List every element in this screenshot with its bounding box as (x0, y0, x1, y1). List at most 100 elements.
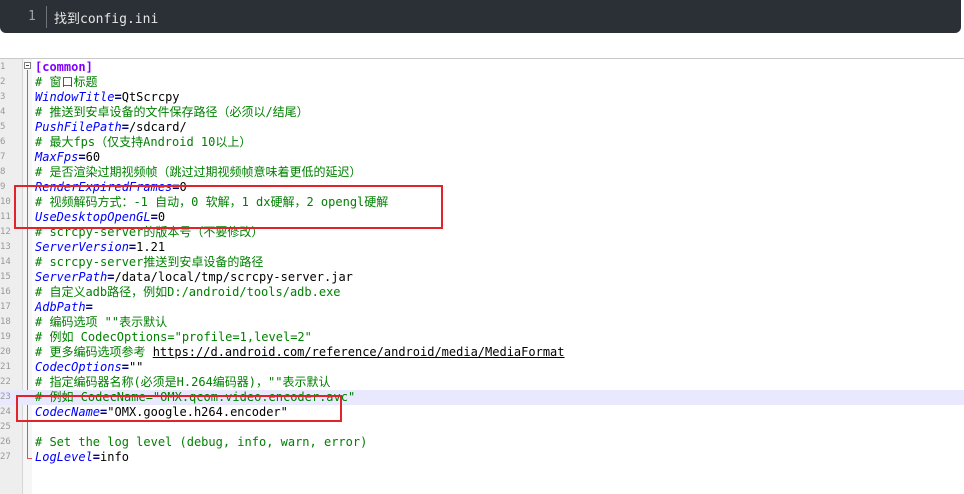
line-code[interactable]: [common] (35, 60, 93, 75)
snippet-text[interactable]: 找到config.ini (54, 8, 158, 27)
config-key: PushFilePath (35, 120, 122, 134)
line-number: 22 (0, 377, 11, 387)
editor-line[interactable]: 7 MaxFps=60 (0, 150, 964, 165)
line-code[interactable]: PushFilePath=/sdcard/ (35, 120, 187, 135)
editor-line[interactable]: 6 # 最大fps（仅支持Android 10以上） (0, 135, 964, 150)
line-number: 24 (0, 407, 11, 417)
editor-line[interactable]: 25 (0, 420, 964, 435)
line-code[interactable]: # 例如 CodecOptions="profile=1,level=2" (35, 330, 312, 345)
editor-line[interactable]: 18 # 编码选项 ""表示默认 (0, 315, 964, 330)
snippet-line-number: 1 (28, 9, 36, 24)
code-snippet-bar: 1 找到config.ini (0, 0, 961, 33)
editor-line[interactable]: 5 PushFilePath=/sdcard/ (0, 120, 964, 135)
comment-text: # 窗口标题 (35, 75, 98, 89)
config-key: ServerPath (35, 270, 108, 284)
config-key: WindowTitle (35, 90, 115, 104)
editor-line[interactable]: 2 # 窗口标题 (0, 75, 964, 90)
line-code[interactable]: # Set the log level (debug, info, warn, … (35, 435, 367, 450)
line-code[interactable]: AdbPath= (35, 300, 93, 315)
line-code[interactable]: ServerVersion=1.21 (35, 240, 165, 255)
editor-line[interactable]: 26 # Set the log level (debug, info, warn… (0, 435, 964, 450)
line-code[interactable]: # 自定义adb路径，例如D:/android/tools/adb.exe (35, 285, 341, 300)
line-number: 3 (0, 92, 6, 102)
snippet-divider (46, 6, 47, 28)
line-number: 27 (0, 452, 11, 462)
config-value: info (100, 450, 129, 464)
editor-line[interactable]: 19 # 例如 CodecOptions="profile=1,level=2" (0, 330, 964, 345)
editor-line[interactable]: 1 [common] (0, 60, 964, 75)
comment-text: # 例如 CodecOptions="profile=1,level=2" (35, 330, 312, 344)
line-number: 9 (0, 182, 6, 192)
ini-editor[interactable]: 1 [common] 2 # 窗口标题 3 WindowTitle=QtScrcpy 4 # … (0, 58, 964, 494)
editor-line[interactable]: 14 # scrcpy-server推送到安卓设备的路径 (0, 255, 964, 270)
editor-line[interactable]: 16 # 自定义adb路径，例如D:/android/tools/adb.exe (0, 285, 964, 300)
comment-text: # Set the log level (debug, info, warn, … (35, 435, 368, 449)
comment-text: # 指定编码器名称(必须是H.264编码器)，""表示默认 (35, 375, 331, 389)
line-code[interactable]: CodecOptions="" (35, 360, 143, 375)
editor-line[interactable]: 27 LogLevel=info (0, 450, 964, 465)
line-number: 15 (0, 272, 11, 282)
section-header: [common] (35, 60, 93, 74)
config-key: ServerVersion (35, 240, 129, 254)
line-code[interactable]: ServerPath=/data/local/tmp/scrcpy-server… (35, 270, 353, 285)
comment-text: # 最大fps（仅支持Android 10以上） (35, 135, 252, 149)
editor-line[interactable]: 20 # 更多编码选项参考 https://d.android.com/refer… (0, 345, 964, 360)
line-number: 13 (0, 242, 11, 252)
equals-sign: = (114, 90, 122, 104)
config-value: 1.21 (136, 240, 166, 254)
config-key: MaxFps (35, 150, 79, 164)
line-number: 25 (0, 422, 11, 432)
equals-sign: = (78, 150, 86, 164)
line-code[interactable]: # 推送到安卓设备的文件保存路径（必须以/结尾） (35, 105, 309, 120)
equals-sign: = (121, 360, 129, 374)
equals-sign: = (85, 300, 93, 314)
line-code[interactable]: WindowTitle=QtScrcpy (35, 90, 180, 105)
line-number: 14 (0, 257, 11, 267)
highlight-box-decoder (14, 185, 443, 229)
line-code[interactable]: # scrcpy-server推送到安卓设备的路径 (35, 255, 263, 270)
line-number: 19 (0, 332, 11, 342)
line-number: 7 (0, 152, 6, 162)
line-code[interactable]: # 是否渲染过期视频帧（跳过过期视频帧意味着更低的延迟） (35, 165, 361, 180)
editor-line[interactable]: 21 CodecOptions="" (0, 360, 964, 375)
editor-line[interactable]: 8 # 是否渲染过期视频帧（跳过过期视频帧意味着更低的延迟） (0, 165, 964, 180)
editor-line[interactable]: 15 ServerPath=/data/local/tmp/scrcpy-serv… (0, 270, 964, 285)
line-number: 16 (0, 287, 11, 297)
line-code[interactable]: LogLevel=info (35, 450, 129, 465)
line-number: 17 (0, 302, 11, 312)
line-number: 5 (0, 122, 6, 132)
line-number: 2 (0, 77, 6, 87)
line-number: 1 (0, 62, 6, 72)
editor-line[interactable]: 17 AdbPath= (0, 300, 964, 315)
line-number: 4 (0, 107, 6, 117)
comment-text: # 更多编码选项参考 (35, 345, 153, 359)
reference-link: https://d.android.com/reference/android/… (152, 345, 565, 359)
editor-line[interactable]: 22 # 指定编码器名称(必须是H.264编码器)，""表示默认 (0, 375, 964, 390)
line-code[interactable]: MaxFps=60 (35, 150, 100, 165)
line-code[interactable]: # 窗口标题 (35, 75, 97, 90)
line-number: 18 (0, 317, 11, 327)
config-value: /sdcard/ (128, 120, 187, 134)
line-code[interactable]: # 更多编码选项参考 https://d.android.com/referen… (35, 345, 565, 360)
config-value: QtScrcpy (121, 90, 180, 104)
editor-line[interactable]: 3 WindowTitle=QtScrcpy (0, 90, 964, 105)
config-key: CodecOptions (35, 360, 122, 374)
config-value: 60 (85, 150, 101, 164)
comment-text: # 编码选项 ""表示默认 (35, 315, 168, 329)
line-number: 23 (0, 392, 11, 402)
line-number: 26 (0, 437, 11, 447)
line-code[interactable]: # 最大fps（仅支持Android 10以上） (35, 135, 251, 150)
comment-text: # scrcpy-server推送到安卓设备的路径 (35, 255, 264, 269)
line-number: 12 (0, 227, 11, 237)
line-code[interactable]: # 指定编码器名称(必须是H.264编码器)，""表示默认 (35, 375, 330, 390)
editor-line[interactable]: 4 # 推送到安卓设备的文件保存路径（必须以/结尾） (0, 105, 964, 120)
config-value: "" (128, 360, 144, 374)
comment-text: # 推送到安卓设备的文件保存路径（必须以/结尾） (35, 105, 309, 119)
equals-sign: = (121, 120, 129, 134)
comment-text: # 是否渲染过期视频帧（跳过过期视频帧意味着更低的延迟） (35, 165, 362, 179)
line-code[interactable]: # 编码选项 ""表示默认 (35, 315, 167, 330)
line-number: 8 (0, 167, 6, 177)
editor-line[interactable]: 13 ServerVersion=1.21 (0, 240, 964, 255)
line-number: 6 (0, 137, 6, 147)
highlight-box-codecname (16, 395, 342, 422)
